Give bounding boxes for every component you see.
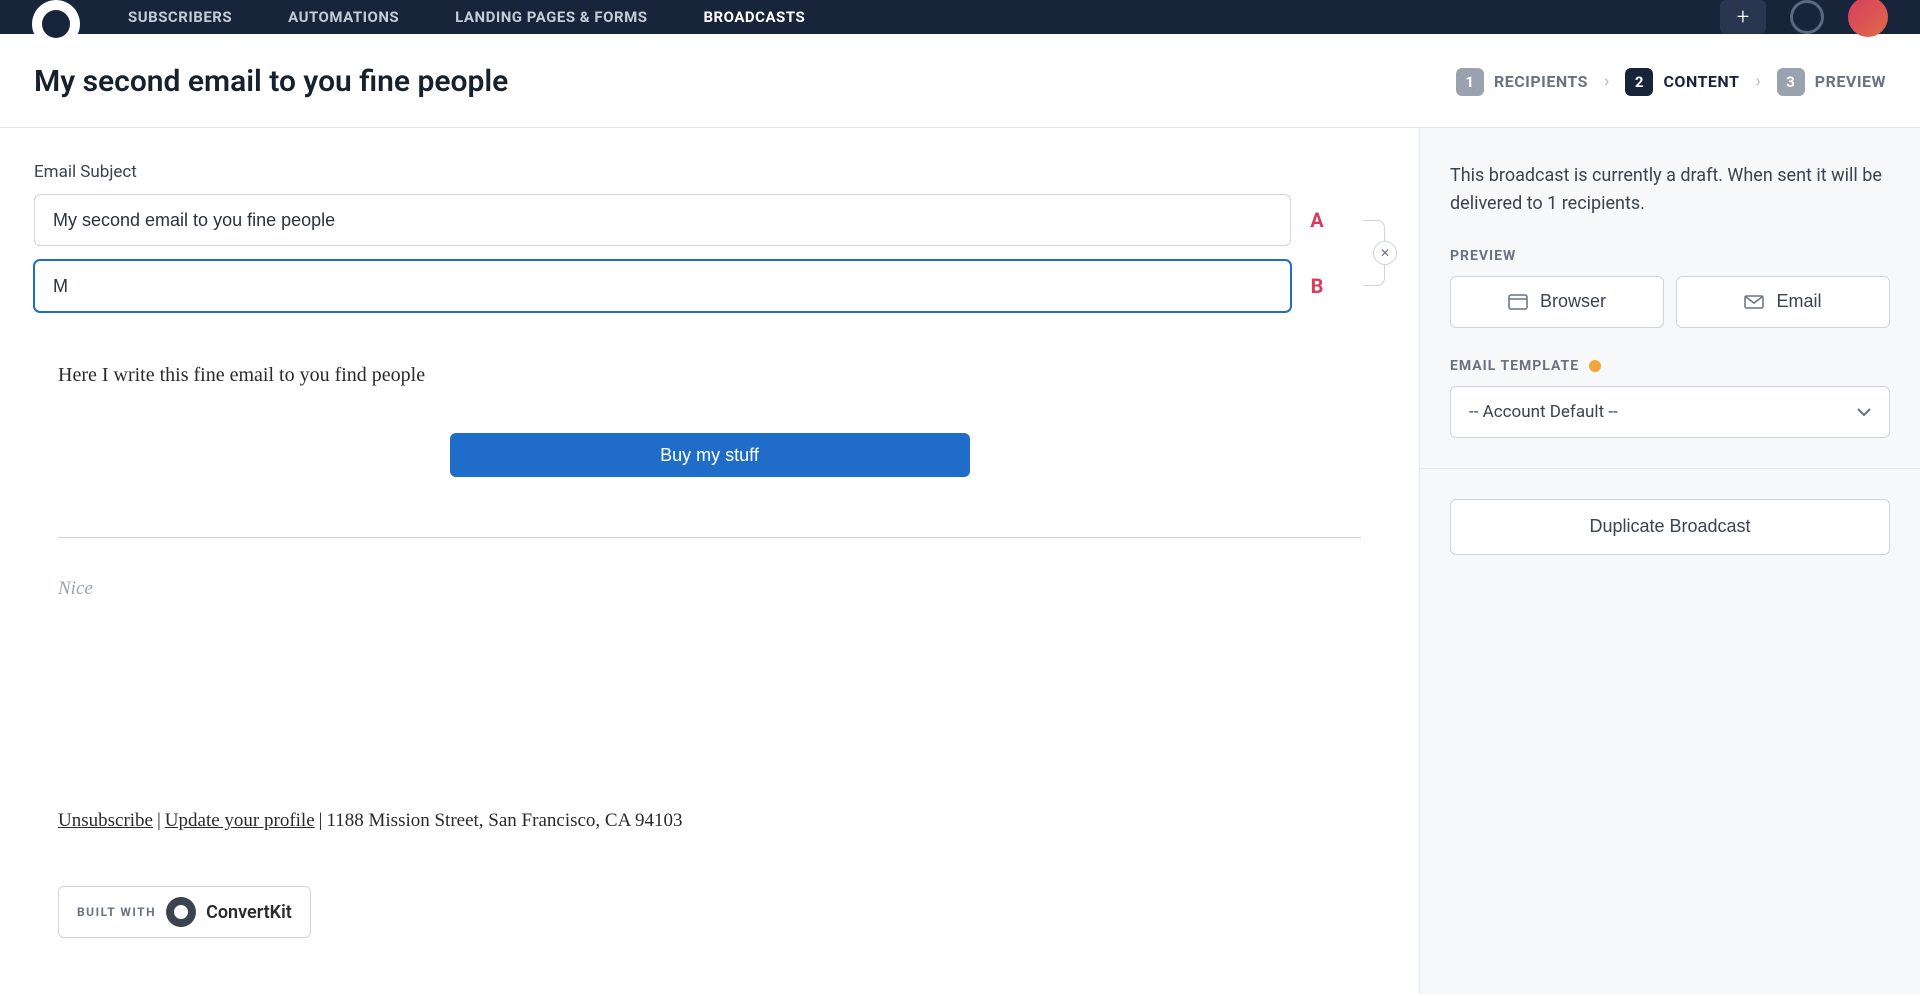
preview-email-button[interactable]: Email xyxy=(1676,276,1890,328)
chevron-down-icon xyxy=(1857,408,1871,416)
email-icon xyxy=(1744,295,1764,309)
duplicate-broadcast-button[interactable]: Duplicate Broadcast xyxy=(1450,499,1890,555)
preview-browser-label: Browser xyxy=(1540,291,1606,312)
email-editor[interactable]: Here I write this fine email to you find… xyxy=(34,364,1385,938)
title-bar: My second email to you fine people 1 REC… xyxy=(0,34,1920,128)
page-title: My second email to you fine people xyxy=(34,64,1456,99)
subject-label: Email Subject xyxy=(34,162,1385,182)
status-dot-icon xyxy=(1589,360,1601,372)
template-select[interactable]: -- Account Default -- xyxy=(1450,386,1890,438)
step-num-3: 3 xyxy=(1777,68,1805,96)
main-content: Email Subject A B ✕ Here I write this fi… xyxy=(0,128,1420,994)
template-value: -- Account Default -- xyxy=(1469,402,1618,422)
email-footer: Unsubscribe|Update your profile|1188 Mis… xyxy=(58,810,1361,832)
step-content[interactable]: 2 CONTENT xyxy=(1625,68,1739,96)
avatar[interactable] xyxy=(1848,0,1888,37)
subject-input-b[interactable] xyxy=(34,260,1291,312)
subject-input-a[interactable] xyxy=(34,194,1291,246)
signature[interactable]: Nice xyxy=(58,578,1361,600)
help-icon[interactable] xyxy=(1790,0,1824,34)
preview-email-label: Email xyxy=(1776,291,1821,312)
nav-broadcasts[interactable]: BROADCASTS xyxy=(703,8,805,26)
draft-note: This broadcast is currently a draft. Whe… xyxy=(1450,162,1890,218)
nav-links: SUBSCRIBERS AUTOMATIONS LANDING PAGES & … xyxy=(128,8,805,26)
add-button[interactable]: + xyxy=(1720,0,1766,34)
preview-label: PREVIEW xyxy=(1450,248,1890,264)
step-num-2: 2 xyxy=(1625,68,1653,96)
chevron-right-icon: › xyxy=(1755,71,1760,92)
logo-icon[interactable] xyxy=(32,0,80,48)
chevron-right-icon: › xyxy=(1604,71,1609,92)
footer-address: 1188 Mission Street, San Francisco, CA 9… xyxy=(326,810,682,831)
nav-automations[interactable]: AUTOMATIONS xyxy=(288,8,399,26)
built-with-label: BUILT WITH xyxy=(77,905,156,919)
step-label-3: PREVIEW xyxy=(1815,72,1886,91)
nav-subscribers[interactable]: SUBSCRIBERS xyxy=(128,8,232,26)
preview-browser-button[interactable]: Browser xyxy=(1450,276,1664,328)
update-profile-link[interactable]: Update your profile xyxy=(165,810,315,831)
step-num-1: 1 xyxy=(1456,68,1484,96)
cta-button[interactable]: Buy my stuff xyxy=(450,433,970,477)
convertkit-brand: ConvertKit xyxy=(206,902,292,923)
stepper: 1 RECIPIENTS › 2 CONTENT › 3 PREVIEW xyxy=(1456,68,1886,96)
divider xyxy=(58,537,1361,538)
ab-letter-b: B xyxy=(1307,274,1327,298)
remove-ab-button[interactable]: ✕ xyxy=(1373,241,1397,265)
top-nav: SUBSCRIBERS AUTOMATIONS LANDING PAGES & … xyxy=(0,0,1920,34)
step-label-1: RECIPIENTS xyxy=(1494,72,1588,91)
browser-icon xyxy=(1508,294,1528,310)
ab-letter-a: A xyxy=(1307,208,1327,232)
template-label: EMAIL TEMPLATE xyxy=(1450,358,1890,374)
sidebar: This broadcast is currently a draft. Whe… xyxy=(1420,128,1920,994)
step-label-2: CONTENT xyxy=(1663,72,1739,91)
nav-landing-pages[interactable]: LANDING PAGES & FORMS xyxy=(455,8,647,26)
convertkit-logo-icon xyxy=(166,897,196,927)
subject-ab-group: A B ✕ xyxy=(34,194,1385,312)
unsubscribe-link[interactable]: Unsubscribe xyxy=(58,810,153,831)
sidebar-divider xyxy=(1420,468,1920,469)
built-with-badge[interactable]: BUILT WITH ConvertKit xyxy=(58,886,311,938)
step-recipients[interactable]: 1 RECIPIENTS xyxy=(1456,68,1588,96)
step-preview[interactable]: 3 PREVIEW xyxy=(1777,68,1886,96)
body-text[interactable]: Here I write this fine email to you find… xyxy=(58,364,1361,387)
